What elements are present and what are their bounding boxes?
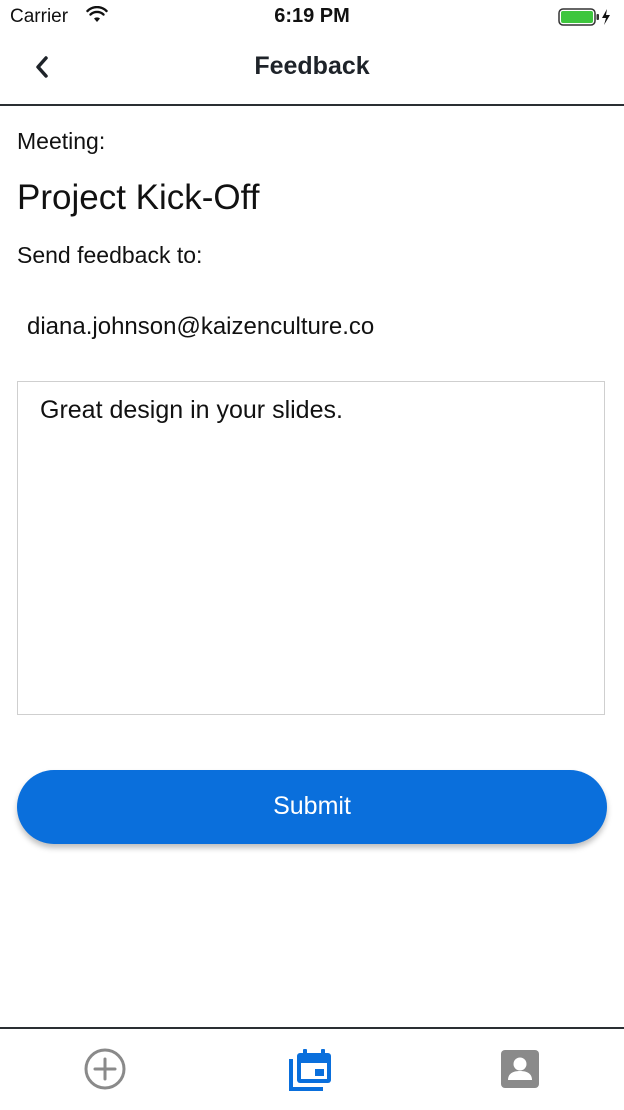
- meeting-title: Project Kick-Off: [17, 178, 260, 217]
- tab-bar: [0, 1027, 624, 1110]
- page-title: Feedback: [254, 52, 370, 80]
- status-bar: Carrier 6:19 PM: [0, 0, 624, 36]
- status-time: 6:19 PM: [274, 5, 350, 27]
- feedback-text: Great design in your slides.: [40, 396, 343, 424]
- navigation-bar: Feedback: [0, 36, 624, 106]
- calendar-icon: [289, 1049, 331, 1091]
- tab-add[interactable]: [81, 1045, 129, 1093]
- submit-label: Submit: [273, 792, 351, 820]
- feedback-textarea[interactable]: Great design in your slides.: [17, 381, 605, 715]
- feedback-screen: Carrier 6:19 PM Feedback Meeting: Projec…: [0, 0, 624, 1110]
- send-feedback-label: Send feedback to:: [17, 242, 203, 268]
- profile-icon: [501, 1050, 539, 1088]
- battery-icon: [558, 8, 610, 26]
- tab-profile[interactable]: [496, 1045, 544, 1093]
- tab-meetings[interactable]: [287, 1045, 335, 1093]
- submit-button[interactable]: Submit: [17, 770, 607, 844]
- recipient-email: diana.johnson@kaizenculture.co: [27, 313, 375, 340]
- add-circle-icon: [84, 1048, 126, 1090]
- meeting-label: Meeting:: [17, 128, 106, 154]
